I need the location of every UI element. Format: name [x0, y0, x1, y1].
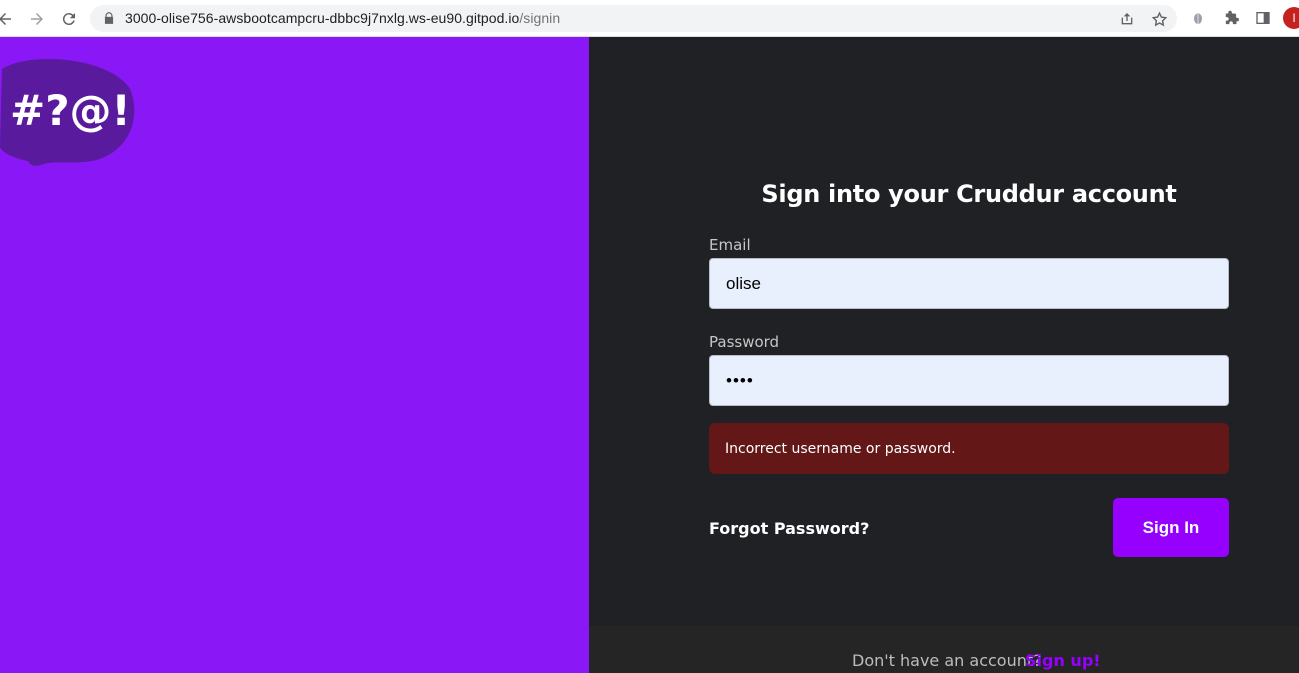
bug-extension-icon[interactable]: [1189, 9, 1207, 27]
forward-icon[interactable]: [26, 8, 48, 30]
back-icon[interactable]: [0, 8, 16, 30]
profile-avatar[interactable]: I: [1283, 7, 1299, 29]
signup-link[interactable]: Sign up!: [1025, 651, 1101, 670]
side-panel-icon[interactable]: [1254, 9, 1272, 27]
password-field[interactable]: ••••: [709, 355, 1229, 406]
page-title: Sign into your Cruddur account: [761, 180, 1177, 208]
bookmark-star-icon[interactable]: [1150, 10, 1168, 28]
cruddur-logo: #?@!: [0, 58, 135, 166]
url-text: 3000-olise756-awsbootcampcru-dbbc9j7nxlg…: [125, 10, 561, 26]
lock-icon[interactable]: [102, 11, 116, 25]
email-label: Email: [709, 236, 751, 254]
error-text: Incorrect username or password.: [725, 440, 956, 457]
password-label: Password: [709, 333, 780, 351]
sign-in-button[interactable]: Sign In: [1113, 498, 1229, 557]
email-value: olise: [726, 273, 761, 293]
brand-panel: #?@!: [0, 37, 589, 673]
error-message: Incorrect username or password.: [709, 423, 1229, 474]
address-bar[interactable]: 3000-olise756-awsbootcampcru-dbbc9j7nxlg…: [90, 5, 1177, 32]
browser-toolbar: 3000-olise756-awsbootcampcru-dbbc9j7nxlg…: [0, 0, 1299, 37]
puzzle-extensions-icon[interactable]: [1222, 9, 1240, 27]
forgot-password-link[interactable]: Forgot Password?: [709, 519, 869, 538]
share-icon[interactable]: [1118, 10, 1136, 28]
password-value: ••••: [726, 370, 754, 390]
email-field[interactable]: olise: [709, 258, 1229, 309]
signup-prompt: Don't have an account?: [852, 651, 1042, 670]
logo-text: #?@!: [10, 86, 131, 135]
reload-icon[interactable]: [58, 8, 80, 30]
